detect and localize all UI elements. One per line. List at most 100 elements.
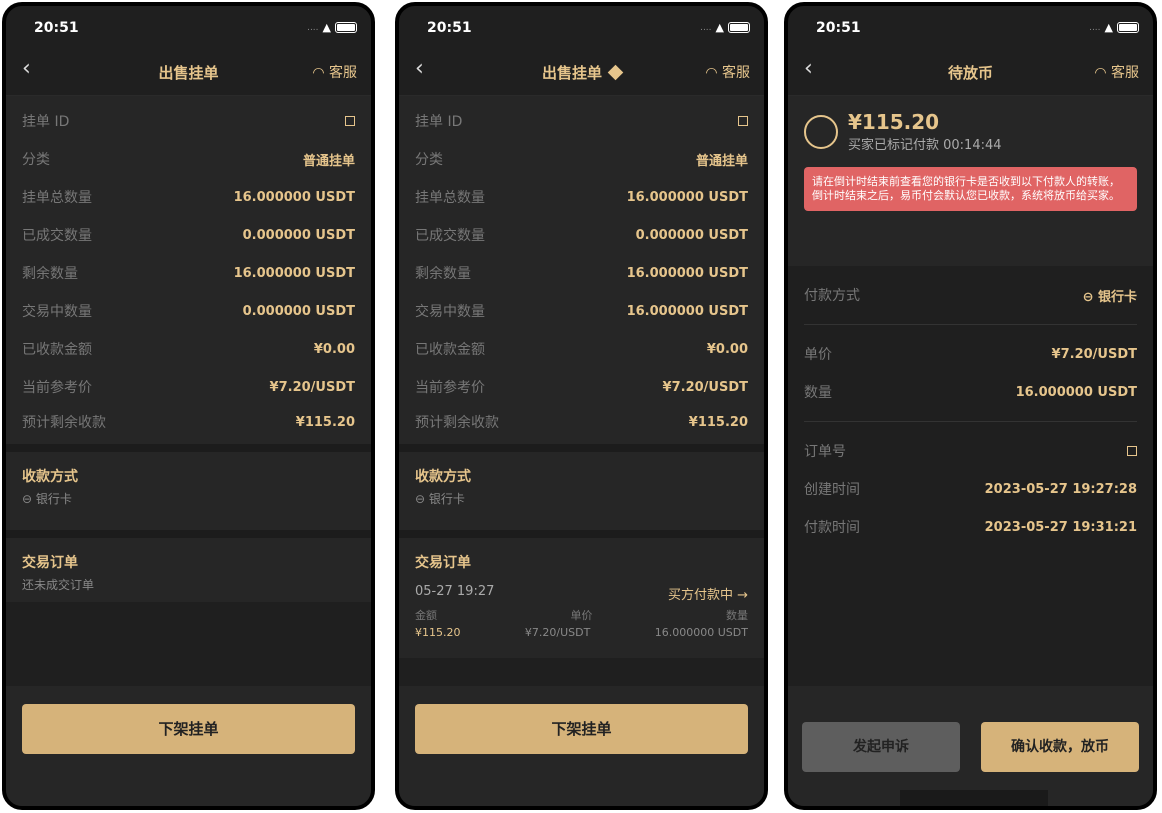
- category-value: 普通挂单: [302, 153, 355, 169]
- wifi-icon: ▲: [715, 21, 724, 34]
- order-id-label: 挂单 ID: [22, 114, 70, 130]
- trading-qty-label: 交易中数量: [415, 304, 485, 320]
- delist-button[interactable]: 下架挂单: [415, 704, 748, 754]
- payment-section: 收款方式 ⊖ 银行卡: [6, 452, 371, 530]
- quantity-label: 数量: [804, 385, 832, 401]
- status-time: 20:51: [816, 20, 861, 36]
- created-value: 2023-05-27 19:27:28: [984, 481, 1137, 497]
- ref-price-label: 当前参考价: [415, 380, 485, 396]
- category-value: 普通挂单: [695, 153, 748, 169]
- support-label: 客服: [1111, 65, 1139, 81]
- total-qty-value: 16.000000 USDT: [626, 189, 748, 205]
- support-label: 客服: [329, 65, 357, 81]
- received-label: 已收款金额: [415, 342, 485, 358]
- remaining-qty-label: 剩余数量: [415, 266, 471, 282]
- trading-qty-value: 0.000000 USDT: [242, 303, 355, 319]
- remaining-qty-value: 16.000000 USDT: [233, 265, 355, 281]
- orders-title: 交易订单: [22, 555, 78, 571]
- unit-price-label: 单价: [804, 347, 832, 363]
- nav-bar: ‹ 出售挂单 ◠ 客服: [399, 46, 764, 96]
- signal-icon: ....: [307, 22, 319, 33]
- copy-icon[interactable]: [345, 116, 355, 126]
- status-bar: 20:51 .... ▲: [788, 6, 1153, 46]
- category-label: 分类: [22, 152, 50, 168]
- order-card[interactable]: 05-27 19:27 买方付款中 → 金额 单价 数量 ¥115.20 ¥7.20/U…: [399, 576, 764, 649]
- amount-value: ¥115.20: [415, 626, 461, 639]
- amount: ¥115.20: [848, 110, 940, 134]
- expected-label: 预计剩余收款: [415, 415, 499, 431]
- payment-title: 收款方式: [415, 469, 471, 485]
- support-label: 客服: [722, 65, 750, 81]
- nav-bar: ‹ 出售挂单 ◠ 客服: [6, 46, 371, 96]
- paid-label: 付款时间: [804, 520, 860, 536]
- orders-title: 交易订单: [415, 555, 471, 571]
- wifi-icon: ▲: [322, 21, 331, 34]
- remaining-qty-label: 剩余数量: [22, 266, 78, 282]
- marked-paid: 买家已标记付款 00:14:44: [848, 138, 1002, 153]
- phone-screen-2: 20:51 .... ▲ ‹ 出售挂单 ◠ 客服 挂单 ID 分类 普通挂单 挂单总…: [395, 2, 768, 810]
- filled-qty-value: 0.000000 USDT: [635, 227, 748, 243]
- battery-icon: [728, 22, 750, 33]
- order-date: 05-27 19:27: [415, 584, 495, 599]
- status-bar: 20:51 .... ▲: [399, 6, 764, 46]
- status-time: 20:51: [427, 20, 472, 36]
- order-no-label: 订单号: [804, 444, 846, 460]
- filled-qty-value: 0.000000 USDT: [242, 227, 355, 243]
- ref-price-value: ¥7.20/USDT: [269, 379, 355, 395]
- appeal-button[interactable]: 发起申诉: [802, 722, 960, 772]
- signal-icon: ....: [700, 22, 712, 33]
- warning-box: 请在倒计时结束前查看您的银行卡是否收到以下付款人的转账，倒计时结束之后，易币付会…: [804, 167, 1137, 211]
- orders-empty: 还未成交订单: [22, 578, 95, 592]
- filled-qty-label: 已成交数量: [415, 228, 485, 244]
- ref-price-value: ¥7.20/USDT: [662, 379, 748, 395]
- order-status: 买方付款中 →: [667, 588, 748, 603]
- order-id-label: 挂单 ID: [415, 114, 463, 130]
- order-details: 挂单 ID 分类 普通挂单 挂单总数量 16.000000 USDT 已成交数量 0.…: [6, 96, 371, 444]
- qty-value: 16.000000 USDT: [654, 626, 748, 639]
- price-value: ¥7.20/USDT: [524, 626, 591, 639]
- created-label: 创建时间: [804, 482, 860, 498]
- category-label: 分类: [415, 152, 443, 168]
- bank-card-item: ⊖ 银行卡: [22, 492, 72, 506]
- qty-label: 数量: [726, 609, 748, 622]
- battery-icon: [1117, 22, 1139, 33]
- received-label: 已收款金额: [22, 342, 92, 358]
- total-qty-value: 16.000000 USDT: [233, 189, 355, 205]
- total-qty-label: 挂单总数量: [22, 190, 92, 206]
- pay-method-value: ⊖ 银行卡: [1082, 289, 1137, 305]
- unit-price-value: ¥7.20/USDT: [1051, 346, 1137, 362]
- ref-price-label: 当前参考价: [22, 380, 92, 396]
- quantity-value: 16.000000 USDT: [1015, 384, 1137, 400]
- status-bar: 20:51 .... ▲: [6, 6, 371, 46]
- pay-method-label: 付款方式: [804, 288, 860, 304]
- trading-qty-value: 16.000000 USDT: [626, 303, 748, 319]
- status-time: 20:51: [34, 20, 79, 36]
- bank-card-item: ⊖ 银行卡: [415, 492, 465, 506]
- paid-value: 2023-05-27 19:31:21: [984, 519, 1137, 535]
- clock-icon: [804, 114, 838, 149]
- copy-icon[interactable]: [738, 116, 748, 126]
- expected-value: ¥115.20: [295, 414, 355, 430]
- support-button[interactable]: ◠ 客服: [312, 62, 357, 82]
- signal-icon: ....: [1089, 22, 1101, 33]
- wifi-icon: ▲: [1104, 21, 1113, 34]
- received-value: ¥0.00: [313, 341, 355, 357]
- phone-screen-3: 20:51 .... ▲ ‹ 待放币 ◠ 客服 ¥115.20 买家已标记付款 0…: [784, 2, 1157, 810]
- copy-icon[interactable]: [1127, 446, 1137, 456]
- nav-bar: ‹ 待放币 ◠ 客服: [788, 46, 1153, 96]
- support-button[interactable]: ◠ 客服: [1094, 62, 1139, 82]
- battery-icon: [335, 22, 357, 33]
- confirm-release-button[interactable]: 确认收款，放币: [981, 722, 1139, 772]
- support-button[interactable]: ◠ 客服: [705, 62, 750, 82]
- payment-section: 收款方式 ⊖ 银行卡: [399, 452, 764, 530]
- delist-button[interactable]: 下架挂单: [22, 704, 355, 754]
- trading-qty-label: 交易中数量: [22, 304, 92, 320]
- home-indicator: [900, 790, 1048, 806]
- expected-label: 预计剩余收款: [22, 415, 106, 431]
- payment-status: ¥115.20 买家已标记付款 00:14:44 请在倒计时结束前查看您的银行卡…: [788, 96, 1153, 266]
- price-label: 单价: [570, 609, 593, 622]
- orders-section: 交易订单 05-27 19:27 买方付款中 → 金额 单价 数量 ¥115.20 ¥7…: [399, 538, 764, 658]
- payment-title: 收款方式: [22, 469, 78, 485]
- expected-value: ¥115.20: [688, 414, 748, 430]
- received-value: ¥0.00: [706, 341, 748, 357]
